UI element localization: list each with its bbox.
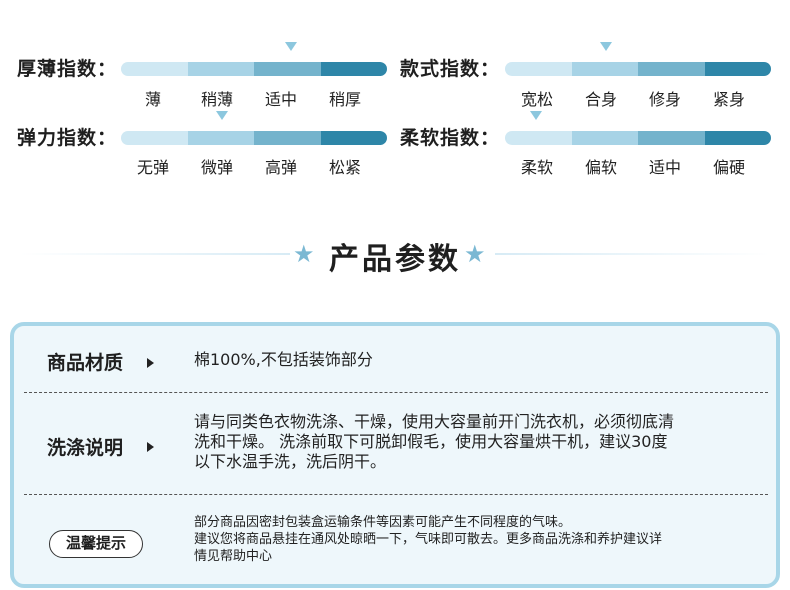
index-label: 弹力指数： <box>17 127 118 149</box>
tips-line: 情见帮助中心 <box>194 549 273 564</box>
row-divider <box>24 392 768 393</box>
index-option: 紧身 <box>712 90 745 109</box>
row-divider <box>24 494 768 495</box>
index-option: 高弹 <box>264 158 297 177</box>
index-option: 偏软 <box>584 158 617 177</box>
selected-marker-icon <box>216 111 228 120</box>
washing-line: 以下水温手洗，洗后阴干。 <box>194 452 387 471</box>
selected-marker-icon <box>285 42 297 51</box>
title-divider-right <box>495 253 770 255</box>
index-scale-bar <box>505 62 771 76</box>
selected-marker-icon <box>530 111 542 120</box>
index-option: 宽松 <box>520 90 553 109</box>
index-option: 松紧 <box>328 158 361 177</box>
index-option: 适中 <box>264 90 297 109</box>
title-divider-left <box>20 253 290 255</box>
tips-line: 部分商品因密封包装盒运输条件等因素可能产生不同程度的气味。 <box>194 515 572 530</box>
caret-right-icon <box>147 358 154 368</box>
washing-label: 洗涤说明 <box>47 437 124 459</box>
washing-line: 请与同类色衣物洗涤、干燥，使用大容量前开门洗衣机，必须彻底清 <box>194 412 675 431</box>
index-scale-bar <box>121 131 387 145</box>
material-value: 棉100%,不包括装饰部分 <box>194 350 373 369</box>
index-scale-bar <box>121 62 387 76</box>
index-label: 柔软指数： <box>400 127 501 149</box>
section-title: ★ 产品参数 ★ <box>0 232 790 277</box>
tips-badge: 温馨提示 <box>49 530 143 558</box>
index-scale-bar <box>505 131 771 145</box>
index-option: 稍薄 <box>200 90 233 109</box>
index-option: 微弹 <box>200 158 233 177</box>
star-icon: ★ <box>464 240 486 268</box>
index-option: 适中 <box>648 158 681 177</box>
index-option: 薄 <box>144 90 161 109</box>
washing-line: 洗和干燥。 洗涤前取下可脱卸假毛，使用大容量烘干机，建议30度 <box>194 432 668 451</box>
star-icon: ★ <box>293 240 315 268</box>
index-label: 款式指数： <box>400 58 501 80</box>
index-label: 厚薄指数： <box>17 58 118 80</box>
section-title-text: 产品参数 <box>329 242 461 277</box>
index-option: 偏硬 <box>712 158 745 177</box>
index-option: 合身 <box>584 90 617 109</box>
params-panel: 商品材质 棉100%,不包括装饰部分 洗涤说明 请与同类色衣物洗涤、干燥，使用大… <box>10 322 780 588</box>
tips-line: 建议您将商品悬挂在通风处晾晒一下，气味即可散去。更多商品洗涤和养护建议详 <box>194 532 663 547</box>
caret-right-icon <box>147 442 154 452</box>
index-option: 无弹 <box>136 158 169 177</box>
index-option: 修身 <box>648 90 681 109</box>
index-option: 稍厚 <box>328 90 361 109</box>
selected-marker-icon <box>600 42 612 51</box>
index-option: 柔软 <box>520 158 553 177</box>
material-label: 商品材质 <box>47 352 124 374</box>
